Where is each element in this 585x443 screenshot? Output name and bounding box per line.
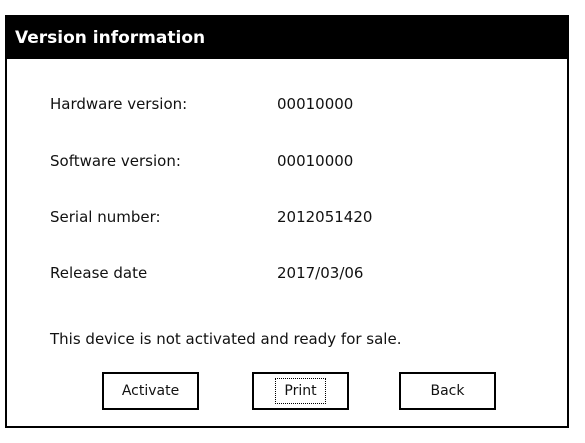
dialog-title: Version information	[7, 17, 567, 59]
print-button[interactable]: Print	[252, 372, 349, 410]
activation-status-text: This device is not activated and ready f…	[50, 330, 402, 348]
hardware-version-label: Hardware version:	[50, 95, 188, 113]
release-date-label: Release date	[50, 264, 148, 282]
version-info-dialog: Version information Hardware version: 00…	[5, 15, 569, 428]
hardware-version-value: 00010000	[277, 95, 354, 113]
release-date-value: 2017/03/06	[277, 264, 364, 282]
serial-number-value: 2012051420	[277, 208, 373, 226]
software-version-label: Software version:	[50, 152, 181, 170]
activate-button[interactable]: Activate	[102, 372, 199, 410]
software-version-value: 00010000	[277, 152, 354, 170]
activate-button-label: Activate	[121, 383, 180, 399]
serial-number-label: Serial number:	[50, 208, 161, 226]
back-button[interactable]: Back	[399, 372, 496, 410]
print-button-label: Print	[275, 378, 326, 404]
back-button-label: Back	[430, 383, 465, 399]
